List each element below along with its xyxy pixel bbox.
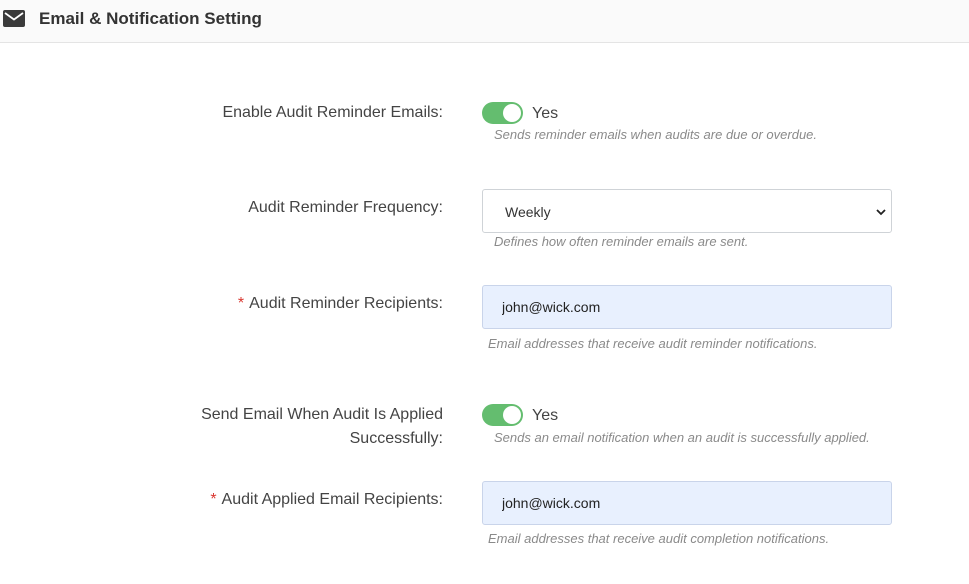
send-applied-toggle[interactable] <box>482 404 523 426</box>
enable-reminder-help: Sends reminder emails when audits are du… <box>494 127 818 142</box>
panel-header: Email & Notification Setting <box>0 0 969 43</box>
envelope-icon <box>3 10 25 27</box>
send-applied-help: Sends an email notification when an audi… <box>494 430 870 445</box>
send-applied-toggle-text: Yes <box>532 407 559 424</box>
required-marker: * <box>237 295 245 312</box>
chevron-down-icon <box>876 209 886 216</box>
reminder-frequency-help: Defines how often reminder emails are se… <box>494 234 749 249</box>
page-title: Email & Notification Setting <box>39 9 262 28</box>
reminder-recipients-help: Email addresses that receive audit remin… <box>488 336 818 351</box>
toggle-knob <box>503 406 521 424</box>
reminder-frequency-label: Audit Reminder Frequency: <box>248 199 443 216</box>
reminder-recipients-input[interactable] <box>482 285 892 329</box>
toggle-knob <box>503 104 521 122</box>
reminder-recipients-label-text: Audit Reminder Recipients: <box>249 295 443 312</box>
applied-recipients-label-text: Audit Applied Email Recipients: <box>221 491 443 508</box>
required-marker: * <box>210 491 217 508</box>
enable-reminder-label: Enable Audit Reminder Emails: <box>222 104 443 121</box>
reminder-recipients-label: * Audit Reminder Recipients: <box>238 293 443 315</box>
enable-reminder-toggle[interactable] <box>482 102 523 124</box>
applied-recipients-input[interactable] <box>482 481 892 525</box>
send-applied-label-line2: Successfully: <box>349 430 443 447</box>
enable-reminder-toggle-text: Yes <box>532 105 559 122</box>
applied-recipients-help: Email addresses that receive audit compl… <box>488 531 830 546</box>
send-applied-label-line1: Send Email When Audit Is Applied <box>201 406 443 423</box>
reminder-frequency-select[interactable]: Weekly <box>482 189 892 233</box>
applied-recipients-label: * Audit Applied Email Recipients: <box>210 489 443 511</box>
reminder-frequency-value: Weekly <box>505 204 551 220</box>
